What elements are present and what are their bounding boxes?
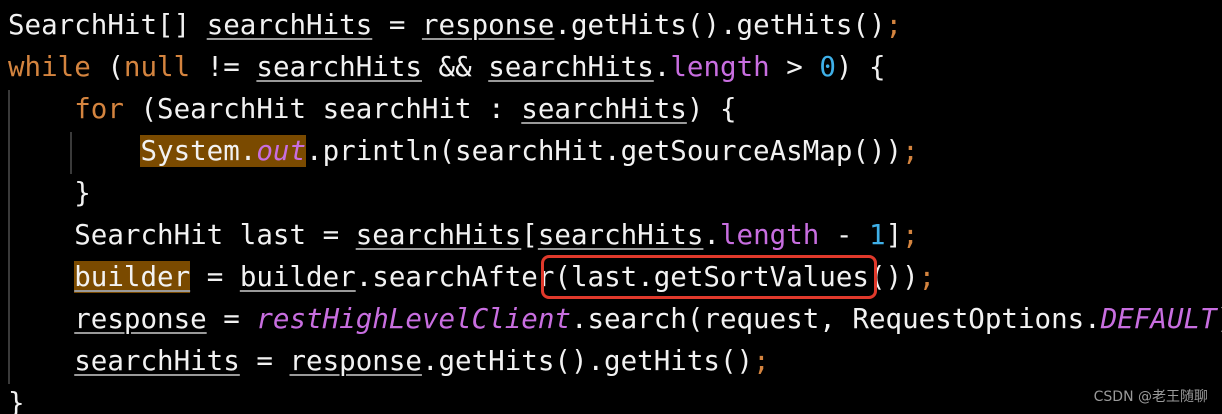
code-token: ] [885, 219, 903, 251]
code-token: ) [902, 261, 919, 293]
field-token: restHighLevelClient [256, 303, 571, 335]
code-token: .getHits().getHits() [554, 9, 886, 41]
code-token: searchHits [256, 51, 422, 83]
code-token: .searchAfter [355, 261, 555, 293]
code-token: ; [902, 135, 919, 167]
code-token: ; [918, 261, 936, 293]
code-token: [ [521, 219, 538, 251]
code-line-5[interactable]: } [8, 172, 91, 214]
code-token: builder [239, 261, 356, 293]
field-token: DEFAULT [1100, 303, 1217, 335]
code-token: searchHits [74, 345, 240, 377]
code-token: ; [885, 9, 903, 41]
code-token: response [74, 303, 207, 335]
code-line-10[interactable]: } [8, 382, 25, 414]
code-token: = [206, 303, 257, 335]
highlighted-token: System. [140, 135, 257, 167]
code-token: . [653, 51, 671, 83]
number-token: 1 [869, 219, 886, 251]
code-token: ; [902, 219, 919, 251]
keyword-token: null [123, 51, 191, 83]
code-token: searchHits [521, 93, 687, 125]
code-token: response [289, 345, 422, 377]
code-token: .search(request, RequestOptions. [570, 303, 1101, 335]
code-token: } [8, 387, 25, 414]
code-token: response [421, 9, 555, 41]
keyword-token: for [74, 93, 124, 125]
code-token: != [190, 51, 257, 83]
code-token: ) { [686, 93, 737, 125]
code-token: - [819, 219, 869, 251]
code-token: (SearchHit searchHit : [123, 93, 522, 125]
code-token: ) { [835, 51, 886, 83]
code-line-3[interactable]: for (SearchHit searchHit : searchHits) { [8, 88, 737, 130]
code-token: searchHits [488, 51, 654, 83]
code-token: = [190, 261, 240, 293]
keyword-token: while [8, 51, 91, 83]
field-token: length [719, 219, 820, 251]
code-line-6[interactable]: SearchHit last = searchHits[searchHits.l… [8, 214, 919, 256]
code-editor[interactable]: SearchHit[] searchHits = response.getHit… [0, 0, 1222, 414]
code-line-8[interactable]: response = restHighLevelClient.search(re… [8, 298, 1222, 340]
field-token: length [670, 51, 770, 83]
code-token: ( [90, 51, 124, 83]
code-token: } [74, 177, 91, 209]
code-token: searchHits [206, 9, 373, 41]
code-token: > [769, 51, 820, 83]
code-token: = [239, 345, 290, 377]
annotation-highlight-box [541, 255, 877, 299]
code-line-1[interactable]: SearchHit[] searchHits = response.getHit… [8, 4, 902, 46]
code-token: searchHits [537, 219, 704, 251]
code-token: SearchHit[] [8, 9, 207, 41]
highlighted-field-token: out [256, 135, 307, 167]
code-token: SearchHit last = [74, 219, 356, 251]
code-token: && [421, 51, 489, 83]
code-token: = [372, 9, 422, 41]
code-token: .println(searchHit.getSourceAsMap()) [306, 135, 903, 167]
code-token: ) [1217, 303, 1222, 335]
code-token: ; [753, 345, 770, 377]
code-line-4[interactable]: System.out.println(searchHit.getSourceAs… [8, 130, 919, 172]
code-token: . [703, 219, 720, 251]
code-line-9[interactable]: searchHits = response.getHits().getHits(… [8, 340, 770, 382]
watermark-text: CSDN @老王随聊 [1093, 389, 1208, 405]
code-token: searchHits [355, 219, 522, 251]
code-line-2[interactable]: while (null != searchHits && searchHits.… [8, 46, 886, 88]
code-token: .getHits().getHits() [421, 345, 754, 377]
highlighted-token: builder [74, 261, 191, 293]
number-token: 0 [819, 51, 836, 83]
